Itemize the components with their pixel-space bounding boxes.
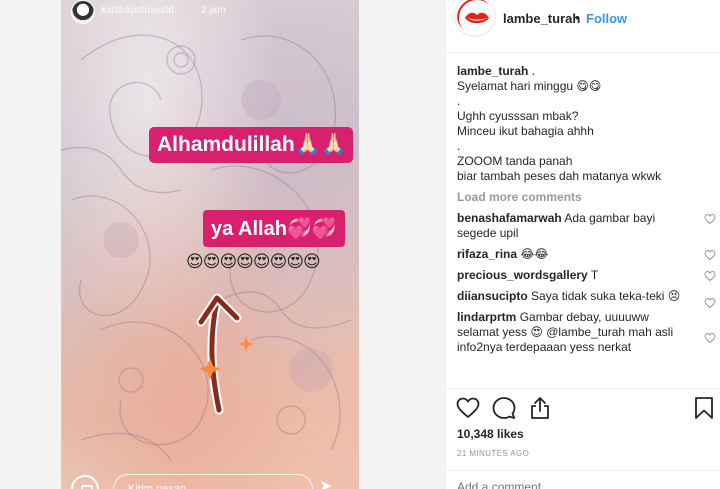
- story-username[interactable]: kartikaputriworld: [101, 5, 174, 16]
- comment-author[interactable]: diiansucipto: [457, 289, 528, 303]
- add-comment-input[interactable]: [457, 480, 687, 489]
- comment-item: lindarprtm Gambar debay, uuuuww selamat …: [457, 310, 716, 355]
- arrow-drawing: [196, 293, 242, 415]
- story-text-alhamdulillah: Alhamdulillah🙏🏻🙏🏻: [149, 127, 353, 163]
- comment-text: 😂😂: [520, 247, 549, 261]
- comment-like-icon[interactable]: [704, 270, 716, 282]
- caption-author[interactable]: lambe_turah: [457, 64, 528, 78]
- comment-like-icon[interactable]: [704, 213, 716, 225]
- comment-item: rifaza_rina 😂😂: [457, 247, 716, 262]
- divider: [446, 470, 720, 471]
- send-icon[interactable]: ➤: [319, 476, 332, 489]
- lips-logo-icon: [457, 0, 493, 34]
- comment-like-icon[interactable]: [704, 249, 716, 261]
- comment-author[interactable]: benashafamarwah: [457, 211, 562, 225]
- likes-count[interactable]: 10,348 likes: [457, 427, 524, 441]
- comments-list: lambe_turah . Syelamat hari minggu 😋😋 . …: [457, 64, 716, 361]
- caption-line: Minceu ikut bahagia ahhh: [457, 124, 594, 138]
- comment-like-icon[interactable]: [704, 332, 716, 344]
- comment-text: Saya tidak suka teka-teki 😣: [531, 289, 681, 303]
- comment-text: T: [590, 268, 599, 282]
- camera-icon[interactable]: [71, 475, 99, 489]
- post-username[interactable]: lambe_turah: [503, 11, 580, 26]
- story-reply-bar: Kirim pesan ➤: [61, 470, 359, 489]
- post-panel: lambe_turah • Follow lambe_turah . Syela…: [445, 0, 720, 489]
- caption: lambe_turah . Syelamat hari minggu 😋😋 . …: [457, 64, 712, 184]
- story-avatar[interactable]: [71, 0, 95, 24]
- caption-line: biar tambah peses dah matanya wkwk: [457, 169, 662, 183]
- divider: [446, 52, 720, 53]
- avatar[interactable]: [455, 0, 495, 36]
- comment-author[interactable]: rifaza_rina: [457, 247, 517, 261]
- separator-dot: •: [575, 10, 580, 25]
- caption-line: Ughh cyusssan mbak?: [457, 109, 579, 123]
- story-emoji-row: 😍😍😍😍😍😍😍😍: [186, 252, 321, 271]
- comment-item: benashafamarwah Ada gambar bayi segede u…: [457, 211, 716, 241]
- caption-line: ZOOOM tanda panah: [457, 154, 573, 168]
- story-time: 2 jam: [201, 5, 226, 16]
- post-timestamp: 21 MINUTES AGO: [457, 449, 530, 458]
- comment-icon[interactable]: [492, 396, 516, 420]
- bookmark-icon[interactable]: [692, 396, 716, 420]
- comment-item: precious_wordsgallery T: [457, 268, 716, 283]
- comment-author[interactable]: lindarprtm: [457, 310, 516, 324]
- divider: [446, 388, 720, 389]
- share-icon[interactable]: [528, 396, 552, 420]
- caption-line: Syelamat hari minggu 😋😋: [457, 79, 602, 93]
- comment-like-icon[interactable]: [704, 297, 716, 309]
- heart-icon[interactable]: [456, 396, 480, 420]
- caption-line: .: [457, 94, 461, 108]
- caption-suffix: .: [528, 64, 536, 78]
- story-reply-input[interactable]: Kirim pesan: [113, 474, 313, 489]
- caption-line: .: [457, 139, 461, 153]
- story-text-ya-allah: ya Allah💞💞: [203, 210, 345, 247]
- load-more-comments-button[interactable]: Load more comments: [457, 190, 712, 205]
- post-header: lambe_turah • Follow: [446, 0, 720, 40]
- comment-author[interactable]: precious_wordsgallery: [457, 268, 588, 282]
- story-image[interactable]: kartikaputriworld 2 jam Alhamdulillah🙏🏻🙏…: [61, 0, 359, 489]
- follow-button[interactable]: Follow: [586, 11, 627, 26]
- comment-item: diiansucipto Saya tidak suka teka-teki 😣: [457, 289, 716, 309]
